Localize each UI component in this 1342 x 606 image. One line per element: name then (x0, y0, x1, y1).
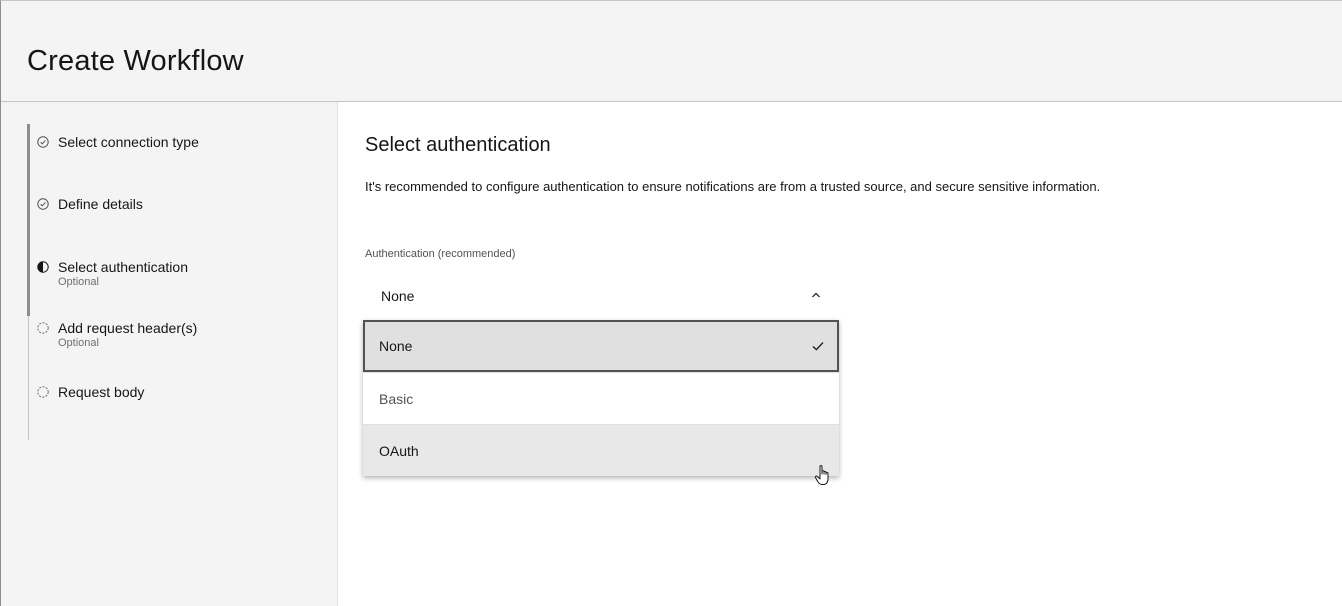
page-header: Create Workflow (1, 1, 1342, 102)
hand-pointer-icon (814, 465, 829, 485)
step-select-authentication[interactable]: Select authentication Optional (37, 259, 188, 289)
step-define-details[interactable]: Define details (37, 196, 143, 212)
step-sublabel: Optional (58, 276, 99, 288)
step-add-request-headers[interactable]: Add request header(s) Optional (37, 320, 197, 350)
progress-fill (27, 124, 30, 316)
step-select-connection-type[interactable]: Select connection type (37, 134, 199, 150)
authentication-dropdown[interactable]: None (365, 282, 837, 310)
step-sublabel: Optional (58, 337, 99, 349)
dropdown-option-basic[interactable]: Basic (363, 372, 839, 424)
dropdown-selected-value: None (381, 288, 415, 304)
checkmark-icon (812, 342, 824, 351)
authentication-dropdown-menu: None Basic OAuth (363, 320, 839, 476)
main-content: Select authentication It's recommended t… (339, 102, 1342, 606)
create-workflow-app: Create Workflow Select connection type D… (0, 0, 1342, 606)
section-description: It's recommended to configure authentica… (365, 179, 1101, 194)
step-label: Select authentication (58, 259, 188, 275)
check-circle-icon (37, 136, 49, 148)
step-request-body[interactable]: Request body (37, 384, 144, 400)
authentication-field-label: Authentication (recommended) (365, 248, 516, 260)
option-label: Basic (379, 391, 414, 407)
step-label: Request body (58, 384, 145, 400)
option-label: None (379, 338, 413, 354)
option-label: OAuth (379, 443, 419, 459)
dropdown-option-oauth[interactable]: OAuth (363, 424, 839, 476)
step-label: Add request header(s) (58, 320, 198, 336)
step-label: Select connection type (58, 134, 199, 150)
chevron-up-icon (812, 292, 820, 298)
dropdown-option-none[interactable]: None (363, 320, 839, 372)
progress-sidebar: Select connection type Define details Se… (1, 102, 338, 606)
page-title: Create Workflow (27, 45, 244, 77)
dashed-circle-icon (37, 386, 49, 398)
dashed-circle-icon (37, 322, 49, 334)
step-label: Define details (58, 196, 143, 212)
half-circle-icon (37, 261, 49, 273)
check-circle-icon (37, 198, 49, 210)
section-title: Select authentication (365, 134, 551, 156)
